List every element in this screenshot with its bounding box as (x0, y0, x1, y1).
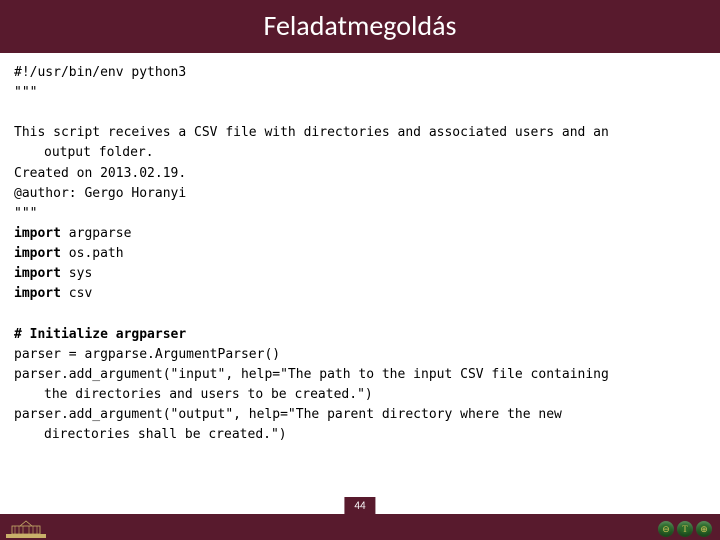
footer-icons: ⊖ T ⊕ (658, 521, 712, 537)
slide-title: Feladatmegoldás (0, 0, 720, 53)
module-name: argparse (61, 226, 131, 241)
building-icon (6, 520, 46, 538)
circle-icon[interactable]: ⊕ (696, 521, 712, 537)
code-comment: # Initialize argparser (14, 325, 706, 345)
code-line: parser = argparse.ArgumentParser() (14, 345, 706, 365)
circle-icon[interactable]: ⊖ (658, 521, 674, 537)
keyword-import: import (14, 246, 61, 261)
keyword-import: import (14, 226, 61, 241)
code-block: #!/usr/bin/env python3 """ This script r… (0, 53, 720, 445)
code-line: import csv (14, 284, 706, 304)
code-line: parser.add_argument("input", help="The p… (14, 365, 706, 385)
blank-line (14, 103, 706, 123)
code-line: Created on 2013.02.19. (14, 164, 706, 184)
code-line: import os.path (14, 244, 706, 264)
module-name: sys (61, 266, 92, 281)
code-line: #!/usr/bin/env python3 (14, 63, 706, 83)
code-line: import sys (14, 264, 706, 284)
blank-line (14, 305, 706, 325)
footer-bar: ⊖ T ⊕ (0, 514, 720, 540)
module-name: csv (61, 286, 92, 301)
module-name: os.path (61, 246, 124, 261)
code-line: output folder. (14, 143, 706, 163)
circle-icon[interactable]: T (677, 521, 693, 537)
code-line: This script receives a CSV file with dir… (14, 123, 706, 143)
page-number: 44 (344, 497, 375, 514)
code-line: directories shall be created.") (14, 425, 706, 445)
code-line: the directories and users to be created.… (14, 385, 706, 405)
code-line: """ (14, 204, 706, 224)
footer-logo (6, 520, 46, 538)
code-line: import argparse (14, 224, 706, 244)
keyword-import: import (14, 286, 61, 301)
code-line: parser.add_argument("output", help="The … (14, 405, 706, 425)
keyword-import: import (14, 266, 61, 281)
code-line: @author: Gergo Horanyi (14, 184, 706, 204)
code-line: """ (14, 83, 706, 103)
